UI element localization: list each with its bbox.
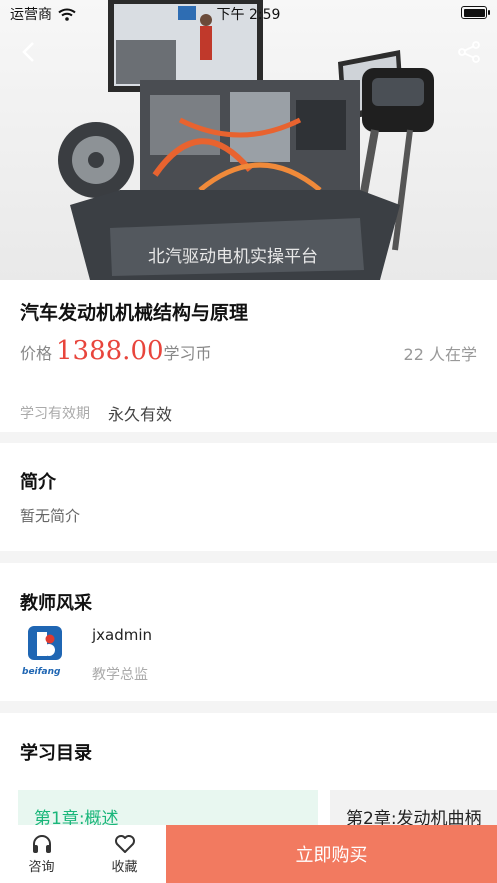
status-time: 下午 2:59 xyxy=(216,7,281,23)
validity-value: 永久有效 xyxy=(108,405,173,424)
catalog-title: 学习目录 xyxy=(20,743,92,764)
course-detail-page: 北汽驱动电机实操平台 运营商 下午 2:59 汽车发动机机械结构与原理 价格 1… xyxy=(0,0,497,883)
teacher-section-title: 教师风采 xyxy=(20,593,92,614)
intro-card xyxy=(0,443,497,551)
consult-label: 咨询 xyxy=(28,859,55,875)
price-value: 1388.00 xyxy=(56,336,164,366)
battery-icon xyxy=(461,6,490,19)
chevron-left-icon xyxy=(22,42,34,62)
price-unit: 学习币 xyxy=(163,344,212,363)
logo-text: beifang xyxy=(22,667,61,677)
course-cover-image: 北汽驱动电机实操平台 xyxy=(0,0,497,280)
platform-sign-text: 北汽驱动电机实操平台 xyxy=(148,247,318,267)
favorite-label: 收藏 xyxy=(111,859,138,875)
heart-icon xyxy=(114,834,135,853)
consult-button[interactable]: 咨询 xyxy=(0,825,83,883)
teacher-role: 教学总监 xyxy=(92,667,148,683)
price-label: 价格 xyxy=(20,344,53,363)
learner-count: 22 人在学 xyxy=(403,345,477,364)
bottom-action-bar: 咨询 收藏 立即购买 xyxy=(0,825,497,883)
favorite-button[interactable]: 收藏 xyxy=(83,825,166,883)
price-row: 价格 1388.00 学习币 xyxy=(20,336,212,366)
back-button[interactable] xyxy=(12,36,44,68)
headphones-icon xyxy=(32,834,51,853)
beifang-logo: beifang xyxy=(22,626,62,677)
teacher-name: jxadmin xyxy=(92,626,153,644)
teacher-avatar[interactable]: beifang xyxy=(22,624,76,678)
intro-title: 简介 xyxy=(20,472,56,493)
validity-label: 学习有效期 xyxy=(20,406,90,422)
status-bar: 运营商 下午 2:59 xyxy=(0,0,497,26)
course-title: 汽车发动机机械结构与原理 xyxy=(20,302,249,324)
share-button[interactable] xyxy=(453,36,485,68)
training-platform-illustration: 北汽驱动电机实操平台 xyxy=(58,0,434,280)
share-icon xyxy=(458,41,480,63)
buy-now-button[interactable]: 立即购买 xyxy=(166,825,497,883)
intro-text: 暂无简介 xyxy=(20,507,81,525)
